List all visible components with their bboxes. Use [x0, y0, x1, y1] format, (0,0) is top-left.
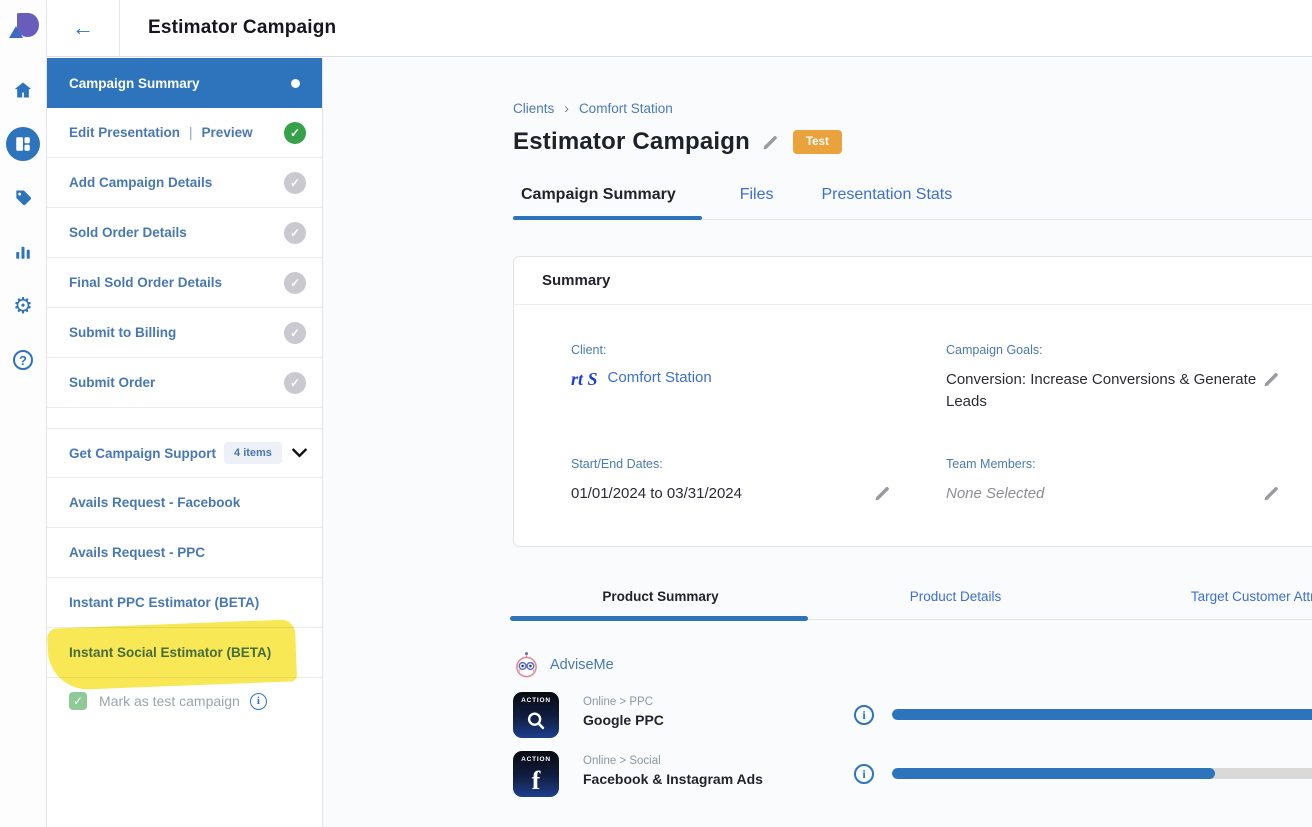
client-label: Client: [571, 343, 891, 357]
sidebar-item-edit-presentation[interactable]: Edit Presentation|Preview ✓ [47, 108, 322, 158]
product-tabs: Product Summary Product Details Target C… [513, 587, 1312, 621]
bar-chart-icon[interactable] [6, 235, 40, 269]
action-search-icon[interactable]: ACTION [513, 692, 559, 738]
breadcrumb-clients-link[interactable]: Clients [513, 101, 554, 116]
sidebar-item-add-campaign-details[interactable]: Add Campaign Details ✓ [47, 158, 322, 208]
product-progress-bar [892, 768, 1312, 779]
adviseme-label: AdviseMe [550, 657, 614, 673]
action-facebook-icon[interactable]: ACTION f [513, 751, 559, 797]
summary-card: Summary Client: rt S Comfort Station Cam… [513, 256, 1312, 547]
sidebar-item-avails-request-ppc[interactable]: Avails Request - PPC [47, 528, 322, 578]
gear-icon[interactable]: ⚙ [6, 289, 40, 323]
product-category: Online > PPC [583, 696, 653, 708]
window-title: Estimator Campaign [148, 17, 336, 39]
info-icon[interactable]: i [854, 764, 874, 784]
main-tabs: Campaign Summary Files Presentation Stat… [513, 186, 1312, 220]
items-count-badge: 4 items [224, 442, 282, 464]
client-name-link[interactable]: Comfort Station [608, 369, 712, 386]
sidebar-item-get-campaign-support[interactable]: Get Campaign Support 4 items [47, 428, 322, 478]
back-arrow-icon: ← [72, 17, 94, 39]
app-logo [0, 0, 47, 57]
icon-rail: ⚙ ? [0, 0, 47, 827]
preview-link[interactable]: Preview [202, 125, 253, 140]
adviseme-header: AdviseMe [513, 651, 1312, 678]
campaign-goals-field: Campaign Goals: Conversion: Increase Con… [946, 343, 1312, 413]
edit-goals-pencil-icon[interactable] [1263, 371, 1280, 388]
sidebar-item-instant-ppc-estimator[interactable]: Instant PPC Estimator (BETA) [47, 578, 322, 628]
test-campaign-checkbox[interactable]: ✓ [69, 692, 87, 710]
dates-value: 01/01/2024 to 03/31/2024 [571, 483, 742, 505]
sidebar-spacer [47, 408, 322, 428]
check-icon: ✓ [284, 322, 306, 344]
info-icon[interactable]: i [854, 705, 874, 725]
edit-presentation-link[interactable]: Edit Presentation [69, 125, 180, 140]
sidebar-item-campaign-summary[interactable]: Campaign Summary [47, 58, 322, 108]
breadcrumb-separator: › [564, 100, 569, 116]
product-row-facebook-instagram: ACTION f Online > Social Facebook & Inst… [513, 751, 1312, 797]
check-icon: ✓ [284, 172, 306, 194]
client-field: Client: rt S Comfort Station [571, 343, 946, 413]
campaign-goals-label: Campaign Goals: [946, 343, 1280, 357]
page-title: Estimator Campaign [513, 128, 750, 156]
tab-product-details[interactable]: Product Details [808, 587, 1103, 621]
test-campaign-row: ✓ Mark as test campaign i [47, 678, 322, 710]
breadcrumb-client-link[interactable]: Comfort Station [579, 101, 673, 116]
product-progress-fill [892, 768, 1215, 779]
breadcrumb: Clients › Comfort Station [513, 100, 1312, 116]
main-content: Clients › Comfort Station Estimator Camp… [323, 58, 1312, 827]
product-progress-fill [892, 709, 1312, 720]
dates-field: Start/End Dates: 01/01/2024 to 03/31/202… [571, 457, 946, 505]
dates-label: Start/End Dates: [571, 457, 891, 471]
test-campaign-label: Mark as test campaign [99, 693, 240, 709]
sidebar-item-avails-request-facebook[interactable]: Avails Request - Facebook [47, 478, 322, 528]
campaign-goals-value: Conversion: Increase Conversions & Gener… [946, 369, 1263, 413]
edit-title-pencil-icon[interactable] [762, 134, 779, 151]
help-icon[interactable]: ? [6, 343, 40, 377]
logo-blob [17, 13, 39, 37]
sidebar-item-instant-social-estimator[interactable]: Instant Social Estimator (BETA) [47, 628, 322, 678]
edit-team-pencil-icon[interactable] [1263, 485, 1280, 502]
back-button[interactable]: ← [47, 0, 120, 56]
check-icon: ✓ [284, 122, 306, 144]
home-icon[interactable] [6, 73, 40, 107]
tag-icon[interactable] [6, 181, 40, 215]
product-category: Online > Social [583, 755, 661, 767]
check-icon: ✓ [284, 272, 306, 294]
sidebar-item-submit-order[interactable]: Submit Order ✓ [47, 358, 322, 408]
product-name: Google PPC [583, 712, 664, 728]
edit-dates-pencil-icon[interactable] [874, 485, 891, 502]
chevron-down-icon[interactable] [292, 446, 307, 461]
sidebar-item-submit-to-billing[interactable]: Submit to Billing ✓ [47, 308, 322, 358]
top-bar: ← Estimator Campaign [47, 0, 1312, 57]
robot-icon [513, 651, 540, 678]
team-members-field: Team Members: None Selected [946, 457, 1312, 505]
active-dot [291, 79, 300, 88]
product-tab-active-underline [510, 616, 808, 621]
campaign-steps-sidebar: Campaign Summary Edit Presentation|Previ… [47, 58, 323, 827]
team-members-value: None Selected [946, 483, 1044, 505]
sidebar-item-final-sold-order-details[interactable]: Final Sold Order Details ✓ [47, 258, 322, 308]
tab-files[interactable]: Files [732, 186, 784, 220]
check-icon: ✓ [284, 222, 306, 244]
tab-campaign-summary[interactable]: Campaign Summary [513, 186, 702, 220]
sidebar-item-sold-order-details[interactable]: Sold Order Details ✓ [47, 208, 322, 258]
test-badge: Test [793, 130, 842, 154]
check-icon: ✓ [284, 372, 306, 394]
tab-presentation-stats[interactable]: Presentation Stats [814, 186, 963, 220]
team-members-label: Team Members: [946, 457, 1280, 471]
product-name: Facebook & Instagram Ads [583, 771, 763, 787]
summary-card-heading: Summary [514, 257, 1312, 305]
dashboard-icon[interactable] [6, 127, 40, 161]
client-logo: rt S [571, 369, 598, 390]
tab-target-customer-attributes[interactable]: Target Customer Attrib [1103, 587, 1312, 621]
product-progress-bar [892, 709, 1312, 720]
product-row-google-ppc: ACTION Online > PPC Google PPC i [513, 692, 1312, 738]
info-icon[interactable]: i [250, 693, 267, 710]
